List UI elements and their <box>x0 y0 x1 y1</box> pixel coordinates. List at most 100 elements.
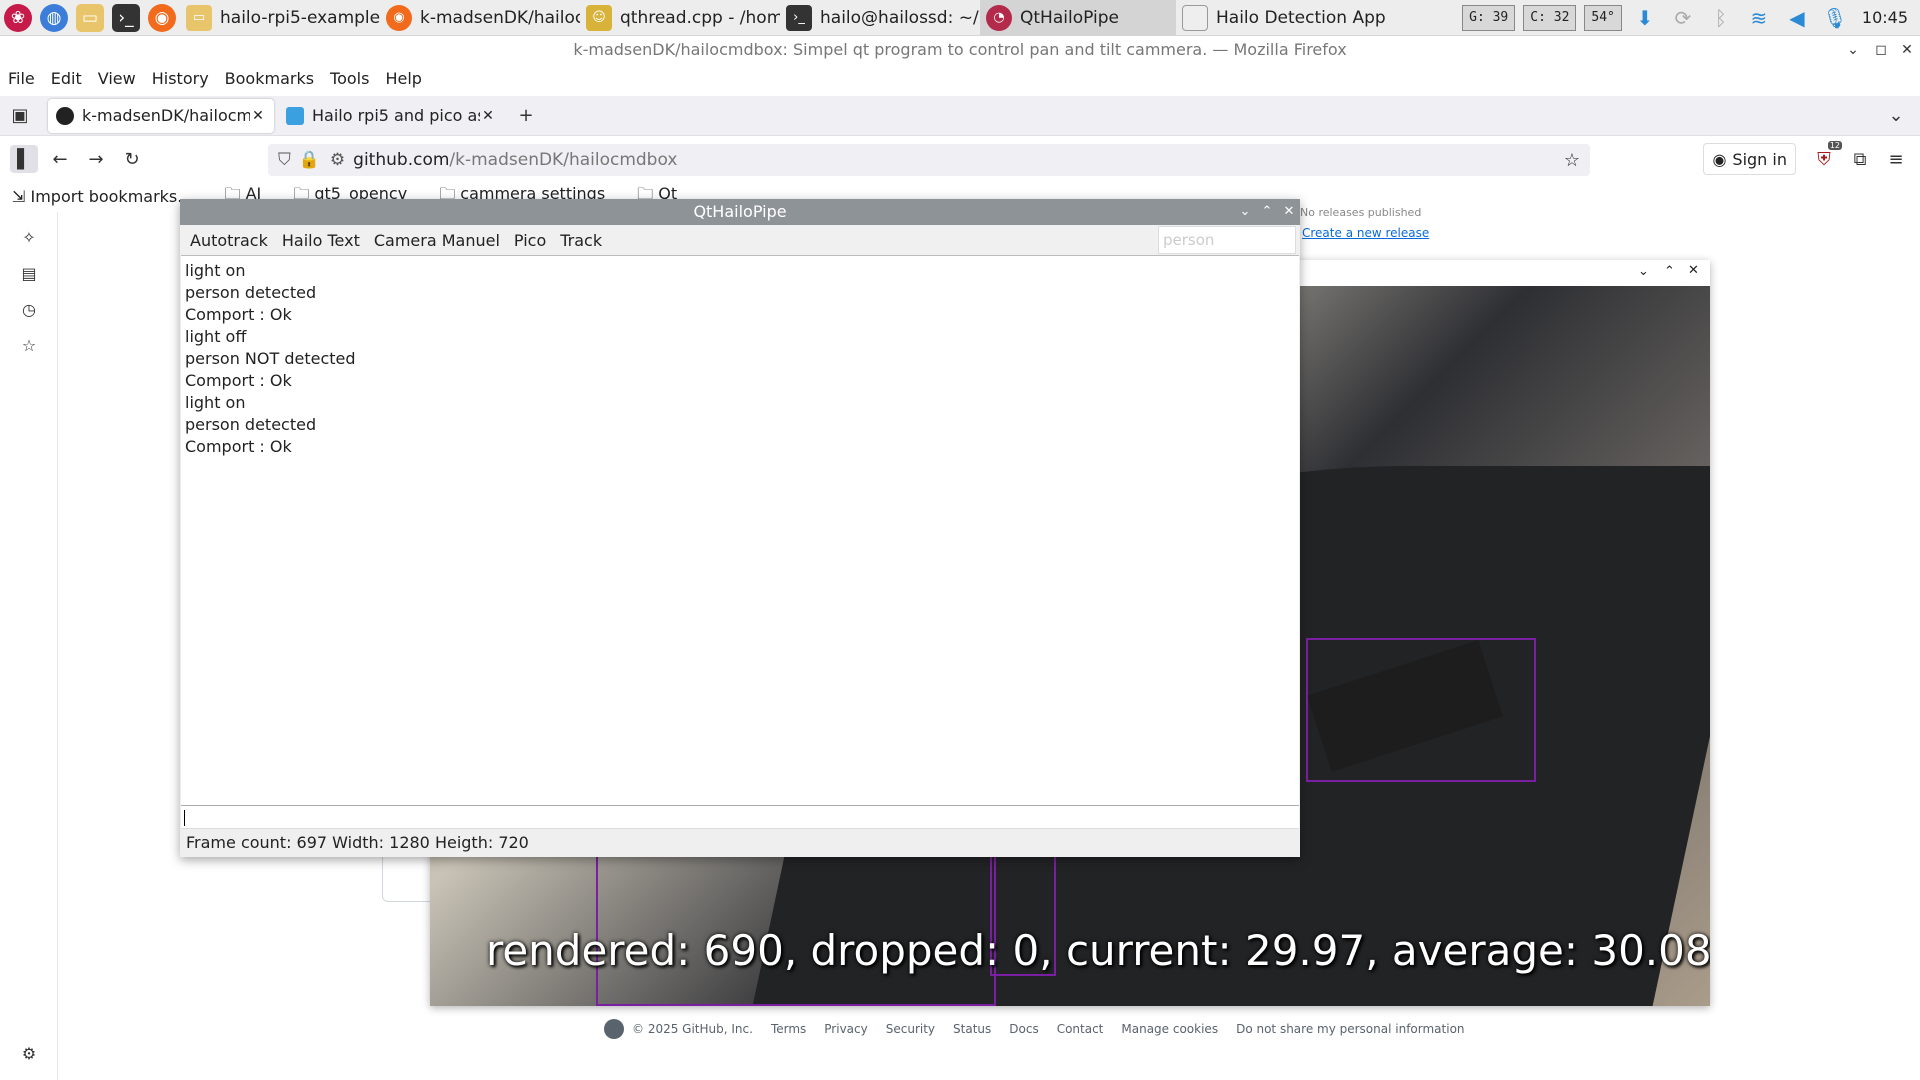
url-bar[interactable]: ⛉ 🔒 ⚙ github.com /k-madsenDK/hailocmdbox… <box>268 144 1590 176</box>
footer-manage-cookies[interactable]: Manage cookies <box>1121 1022 1218 1036</box>
github-logo-icon[interactable] <box>604 1019 624 1039</box>
geany-editor-icon: ☺ <box>586 4 612 31</box>
footer-docs[interactable]: Docs <box>1009 1022 1038 1036</box>
status-bar: Frame count: 697 Width: 1280 Heigth: 720 <box>180 829 1300 857</box>
log-line: Comport : Ok <box>185 371 292 390</box>
bluetooth-icon[interactable]: ᛒ <box>1708 5 1734 31</box>
menu-tools[interactable]: Tools <box>330 69 369 88</box>
download-icon[interactable]: ⬇ <box>1632 5 1658 31</box>
firefox-view-icon[interactable]: ▣ <box>6 102 34 130</box>
volume-icon[interactable]: ◀ <box>1784 5 1810 31</box>
maximize-button[interactable]: ⌃ <box>1256 199 1278 225</box>
menu-history[interactable]: History <box>152 69 209 88</box>
footer-privacy[interactable]: Privacy <box>824 1022 867 1036</box>
close-button[interactable]: ✕ <box>1688 263 1699 278</box>
clock[interactable]: 10:45 <box>1862 8 1908 27</box>
page-info-icon[interactable]: ⚙ <box>330 150 345 170</box>
footer-terms[interactable]: Terms <box>771 1022 806 1036</box>
firefox-window-title: k-madsenDK/hailocmdbox: Simpel qt progra… <box>0 36 1920 64</box>
task-qthread-editor[interactable]: ☺ qthread.cpp - /home/.. <box>580 0 780 36</box>
minimize-button[interactable]: ⌄ <box>1638 264 1649 279</box>
footer-security[interactable]: Security <box>886 1022 935 1036</box>
qt-title-bar[interactable]: QtHailoPipe ⌄ ⌃ ✕ <box>180 199 1300 225</box>
close-button[interactable]: ✕ <box>1894 36 1920 64</box>
menu-hailo-text[interactable]: Hailo Text <box>282 231 360 250</box>
task-firefox-github[interactable]: ◉ k-madsenDK/hailoc.. <box>380 0 580 36</box>
tab-github[interactable]: k-madsenDK/hailocmdb ✕ <box>48 98 274 133</box>
menu-pico[interactable]: Pico <box>514 231 546 250</box>
ai-chatbot-icon[interactable]: ✧ <box>18 228 40 250</box>
menu-camera-manuel[interactable]: Camera Manuel <box>374 231 500 250</box>
no-releases-text: No releases published <box>1300 206 1422 219</box>
gpu-monitor[interactable]: G: 39 <box>1462 4 1516 31</box>
browser-globe-icon[interactable]: ◍ <box>40 3 68 32</box>
firefox-menubar: File Edit View History Bookmarks Tools H… <box>0 64 1920 92</box>
log-output: light on person detected Comport : Ok li… <box>181 255 1299 805</box>
close-tab-icon[interactable]: ✕ <box>480 108 496 124</box>
task-label: qthread.cpp - /home/.. <box>620 7 780 28</box>
log-line: light on <box>185 393 246 412</box>
sign-in-label: Sign in <box>1732 149 1787 169</box>
task-hailo-detection-app[interactable]: Hailo Detection App <box>1176 0 1416 36</box>
maximize-button[interactable]: ◻ <box>1868 36 1894 64</box>
task-hailo-rpi5-examples[interactable]: ▭ hailo-rpi5-examples <box>180 0 380 36</box>
tab-hailo-forum[interactable]: Hailo rpi5 and pico as IO ✕ <box>278 99 504 133</box>
forward-icon[interactable]: → <box>82 145 110 173</box>
log-line: person detected <box>185 283 317 302</box>
menu-view[interactable]: View <box>98 69 136 88</box>
folder-icon: ▭ <box>186 4 212 31</box>
terminal-icon: ›_ <box>786 4 812 31</box>
extension-badge: 12 <box>1827 141 1842 150</box>
minimize-button[interactable]: ⌄ <box>1234 199 1256 225</box>
cpu-monitor[interactable]: C: 32 <box>1523 4 1577 31</box>
qt-menubar: Autotrack Hailo Text Camera Manuel Pico … <box>180 225 1300 255</box>
list-tabs-icon[interactable]: ⌄ <box>1882 102 1910 130</box>
sign-in-button[interactable]: ◉ Sign in <box>1703 143 1796 175</box>
close-button[interactable]: ✕ <box>1278 199 1300 225</box>
menu-autotrack[interactable]: Autotrack <box>190 231 268 250</box>
task-terminal[interactable]: ›_ hailo@hailossd: ~/D.. <box>780 0 980 36</box>
temp-monitor[interactable]: 54° <box>1584 4 1622 31</box>
menu-track[interactable]: Track <box>560 231 602 250</box>
sidebar-toggle-icon[interactable]: ▌ <box>10 145 38 173</box>
qt-app-icon: ◔ <box>986 4 1012 31</box>
task-label: hailo@hailossd: ~/D.. <box>820 7 980 28</box>
customize-sidebar-icon[interactable]: ⚙ <box>18 1044 40 1066</box>
history-icon[interactable]: ◷ <box>18 300 40 322</box>
terminal-icon[interactable]: ›_ <box>112 3 140 32</box>
extensions-icon[interactable]: ⧉ <box>1846 145 1874 173</box>
bookmark-star-icon[interactable]: ☆ <box>1564 150 1580 171</box>
command-input[interactable] <box>181 805 1299 829</box>
new-tab-icon[interactable]: + <box>512 102 540 130</box>
create-release-link[interactable]: Create a new release <box>1302 226 1429 240</box>
raspberry-menu-icon[interactable]: ❀ <box>4 3 32 32</box>
close-tab-icon[interactable]: ✕ <box>250 108 266 124</box>
back-icon[interactable]: ← <box>46 145 74 173</box>
menu-bookmarks[interactable]: Bookmarks <box>225 69 314 88</box>
footer-do-not-share[interactable]: Do not share my personal information <box>1236 1022 1464 1036</box>
app-menu-icon[interactable]: ≡ <box>1882 145 1910 173</box>
file-manager-icon[interactable]: ▭ <box>76 3 104 32</box>
menu-file[interactable]: File <box>8 69 35 88</box>
bookmarks-icon[interactable]: ☆ <box>18 336 40 358</box>
extension-ublock-icon[interactable]: ⛨ 12 <box>1810 141 1842 173</box>
footer-contact[interactable]: Contact <box>1057 1022 1104 1036</box>
synced-tabs-icon[interactable]: ▤ <box>18 264 40 286</box>
update-icon[interactable]: ⟳ <box>1670 5 1696 31</box>
task-qthailopipe[interactable]: ◔ QtHailoPipe <box>980 0 1176 36</box>
reload-icon[interactable]: ↻ <box>118 145 146 173</box>
account-icon: ◉ <box>1712 149 1727 169</box>
firefox-icon[interactable]: ◉ <box>148 3 176 32</box>
wifi-icon[interactable]: ≋ <box>1746 5 1772 31</box>
minimize-button[interactable]: ⌄ <box>1840 36 1866 64</box>
shield-icon[interactable]: ⛉ <box>278 150 291 170</box>
task-label: Hailo Detection App <box>1216 7 1386 28</box>
menu-edit[interactable]: Edit <box>51 69 82 88</box>
menu-help[interactable]: Help <box>385 69 421 88</box>
maximize-button[interactable]: ⌃ <box>1664 264 1675 279</box>
lock-icon[interactable]: 🔒 <box>299 150 320 170</box>
qthailopipe-window: QtHailoPipe ⌄ ⌃ ✕ Autotrack Hailo Text C… <box>180 199 1300 857</box>
footer-status[interactable]: Status <box>953 1022 991 1036</box>
object-label-input[interactable]: person <box>1158 226 1296 254</box>
microphone-icon[interactable]: 🎙 <box>1822 5 1848 31</box>
